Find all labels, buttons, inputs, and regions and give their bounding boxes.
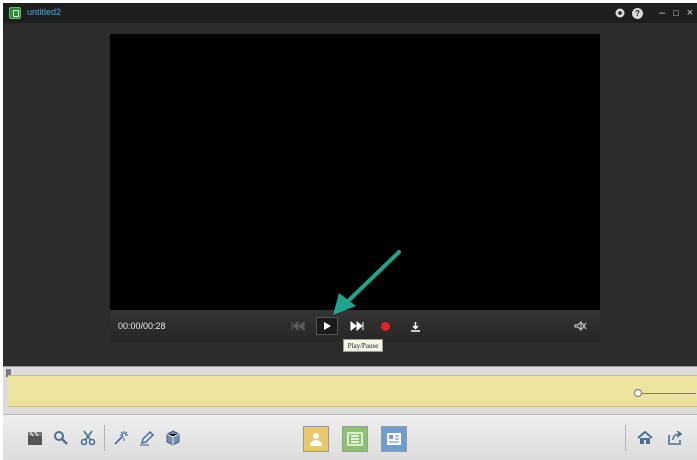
- time-display: 00:00/00:28: [118, 321, 166, 331]
- play-pause-tooltip: Play/Pause: [343, 339, 383, 352]
- 3d-cube-icon[interactable]: [163, 428, 183, 448]
- no-audio-icon[interactable]: [572, 317, 588, 335]
- minimize-icon[interactable]: –: [657, 6, 667, 20]
- bottom-toolbar: [3, 414, 697, 460]
- zoom-slider-handle[interactable]: [634, 389, 642, 397]
- record-icon[interactable]: [378, 317, 392, 335]
- restore-icon[interactable]: □: [671, 6, 681, 20]
- app-icon: [9, 7, 21, 19]
- close-icon[interactable]: ×: [685, 6, 695, 20]
- rewind-icon[interactable]: [290, 317, 306, 335]
- magic-wand-icon[interactable]: [111, 428, 131, 448]
- home-icon[interactable]: [635, 428, 655, 448]
- card-view-icon[interactable]: [381, 426, 407, 452]
- gear-icon[interactable]: [614, 6, 626, 20]
- pen-icon[interactable]: [137, 428, 157, 448]
- window-title: untitled2: [27, 7, 62, 17]
- title-bar: untitled2 ? – □ ×: [3, 3, 697, 23]
- download-icon[interactable]: [408, 317, 422, 335]
- play-icon[interactable]: [316, 317, 338, 335]
- fast-forward-icon[interactable]: [348, 317, 366, 335]
- zoom-slider-track[interactable]: [638, 393, 696, 394]
- record-dot: [380, 321, 390, 331]
- toolbar-divider: [104, 425, 105, 451]
- help-icon[interactable]: ?: [632, 6, 643, 20]
- share-icon[interactable]: [665, 428, 685, 448]
- list-view-icon[interactable]: [342, 426, 368, 452]
- person-view-icon[interactable]: [303, 426, 329, 452]
- timeline-panel: [3, 366, 697, 414]
- scissors-icon[interactable]: [78, 428, 98, 448]
- clapperboard-icon[interactable]: [25, 428, 45, 448]
- annotation-arrow: [333, 250, 401, 315]
- toolbar-divider: [625, 425, 626, 451]
- magnifier-icon[interactable]: [51, 428, 71, 448]
- app-window: untitled2 ? – □ × 00:00/00:28 Play/Pause: [3, 3, 697, 460]
- preview-stage: 00:00/00:28 Play/Pause: [3, 23, 697, 366]
- help-glyph: ?: [632, 7, 643, 19]
- timeline-track[interactable]: [8, 375, 697, 407]
